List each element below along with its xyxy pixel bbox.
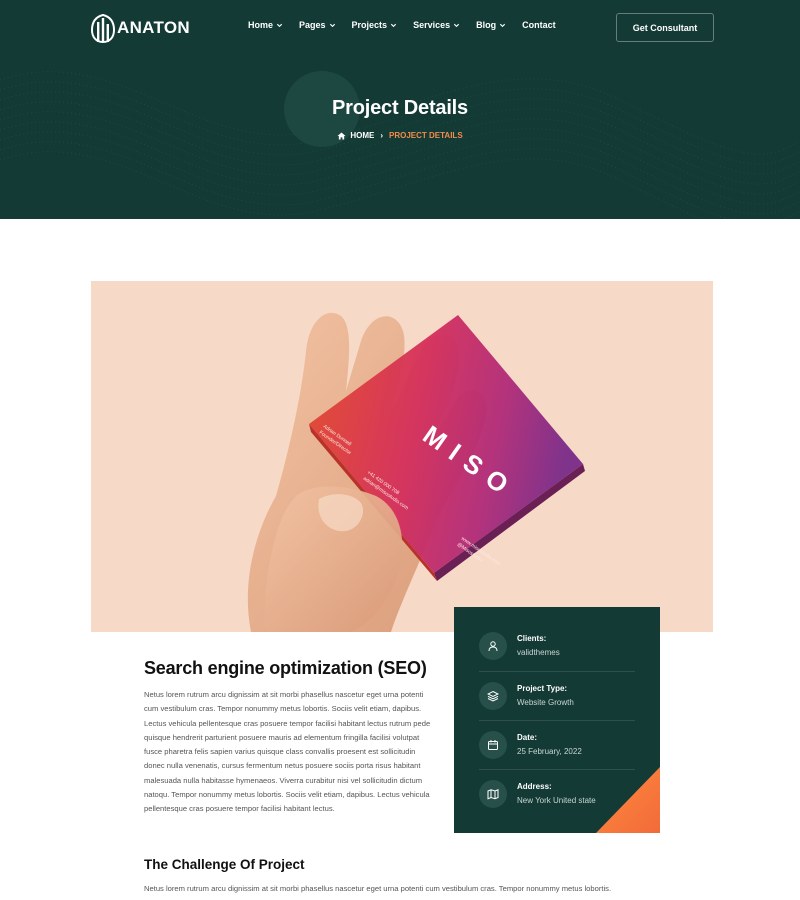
info-row-project-type: Project Type: Website Growth — [479, 671, 635, 720]
map-icon — [479, 779, 507, 808]
calendar-icon — [479, 730, 507, 759]
nav-item-pages[interactable]: Pages — [299, 20, 336, 30]
nav-item-services[interactable]: Services — [413, 20, 460, 30]
chevron-down-icon — [454, 23, 460, 27]
chevron-down-icon — [276, 23, 283, 27]
project-image: MISO Adrian Dunnell Founder/Director +41… — [91, 281, 713, 632]
nav-label: Services — [413, 20, 451, 30]
layers-icon — [479, 681, 507, 710]
nav-item-contact[interactable]: Contact — [522, 20, 556, 30]
nav-item-projects[interactable]: Projects — [352, 20, 398, 30]
main-nav: Home Pages Projects Services Blog Contac… — [248, 20, 572, 30]
info-value: 25 February, 2022 — [517, 747, 582, 756]
chevron-down-icon — [390, 23, 397, 27]
home-icon — [337, 131, 346, 140]
info-label: Address: — [517, 782, 552, 791]
info-label: Project Type: — [517, 684, 568, 693]
nav-item-home[interactable]: Home — [248, 20, 283, 30]
card-corner-decoration — [596, 767, 660, 833]
info-row-date: Date: 25 February, 2022 — [479, 720, 635, 769]
nav-label: Home — [248, 20, 274, 30]
info-label: Clients: — [517, 634, 547, 643]
nav-label: Projects — [351, 20, 388, 30]
get-consultant-button[interactable]: Get Consultant — [616, 13, 714, 42]
nav-item-blog[interactable]: Blog — [476, 20, 506, 30]
user-icon — [479, 631, 507, 660]
breadcrumb-home[interactable]: HOME — [337, 131, 374, 140]
info-value: Website Growth — [517, 698, 574, 707]
section-title: Search engine optimization (SEO) — [144, 658, 427, 678]
breadcrumb-home-label: HOME — [350, 131, 375, 140]
breadcrumb-current: PROJECT DETAILS — [389, 131, 463, 140]
info-row-client: Clients: validthemes — [479, 621, 635, 670]
challenge-body: Netus lorem rutrum arcu dignissim at sit… — [144, 884, 612, 893]
chevron-down-icon — [329, 23, 335, 27]
brand-name: ANATON — [117, 18, 190, 37]
breadcrumb-separator: › — [380, 131, 384, 140]
nav-label: Pages — [299, 20, 326, 30]
challenge-title: The Challenge Of Project — [144, 857, 305, 872]
hero-header: ANATON Home Pages Projects Services Blog… — [0, 0, 800, 219]
hand-business-card-illustration: MISO Adrian Dunnell Founder/Director +41… — [247, 312, 585, 632]
info-value: validthemes — [517, 648, 560, 657]
info-value: New York United state — [517, 796, 596, 805]
nav-label: Blog — [476, 20, 497, 30]
section-body: Netus lorem rutrum arcu dignissim at sit… — [144, 690, 431, 814]
page-title: Project Details — [332, 97, 468, 119]
project-info-card: Clients: validthemes Project Type: Websi… — [454, 607, 660, 833]
chevron-down-icon — [500, 23, 506, 27]
info-label: Date: — [517, 733, 538, 742]
nav-label: Contact — [522, 20, 556, 30]
brand-logo[interactable]: ANATON — [90, 12, 190, 44]
logo-mark-icon — [90, 13, 116, 44]
breadcrumb: HOME › PROJECT DETAILS — [0, 131, 800, 140]
